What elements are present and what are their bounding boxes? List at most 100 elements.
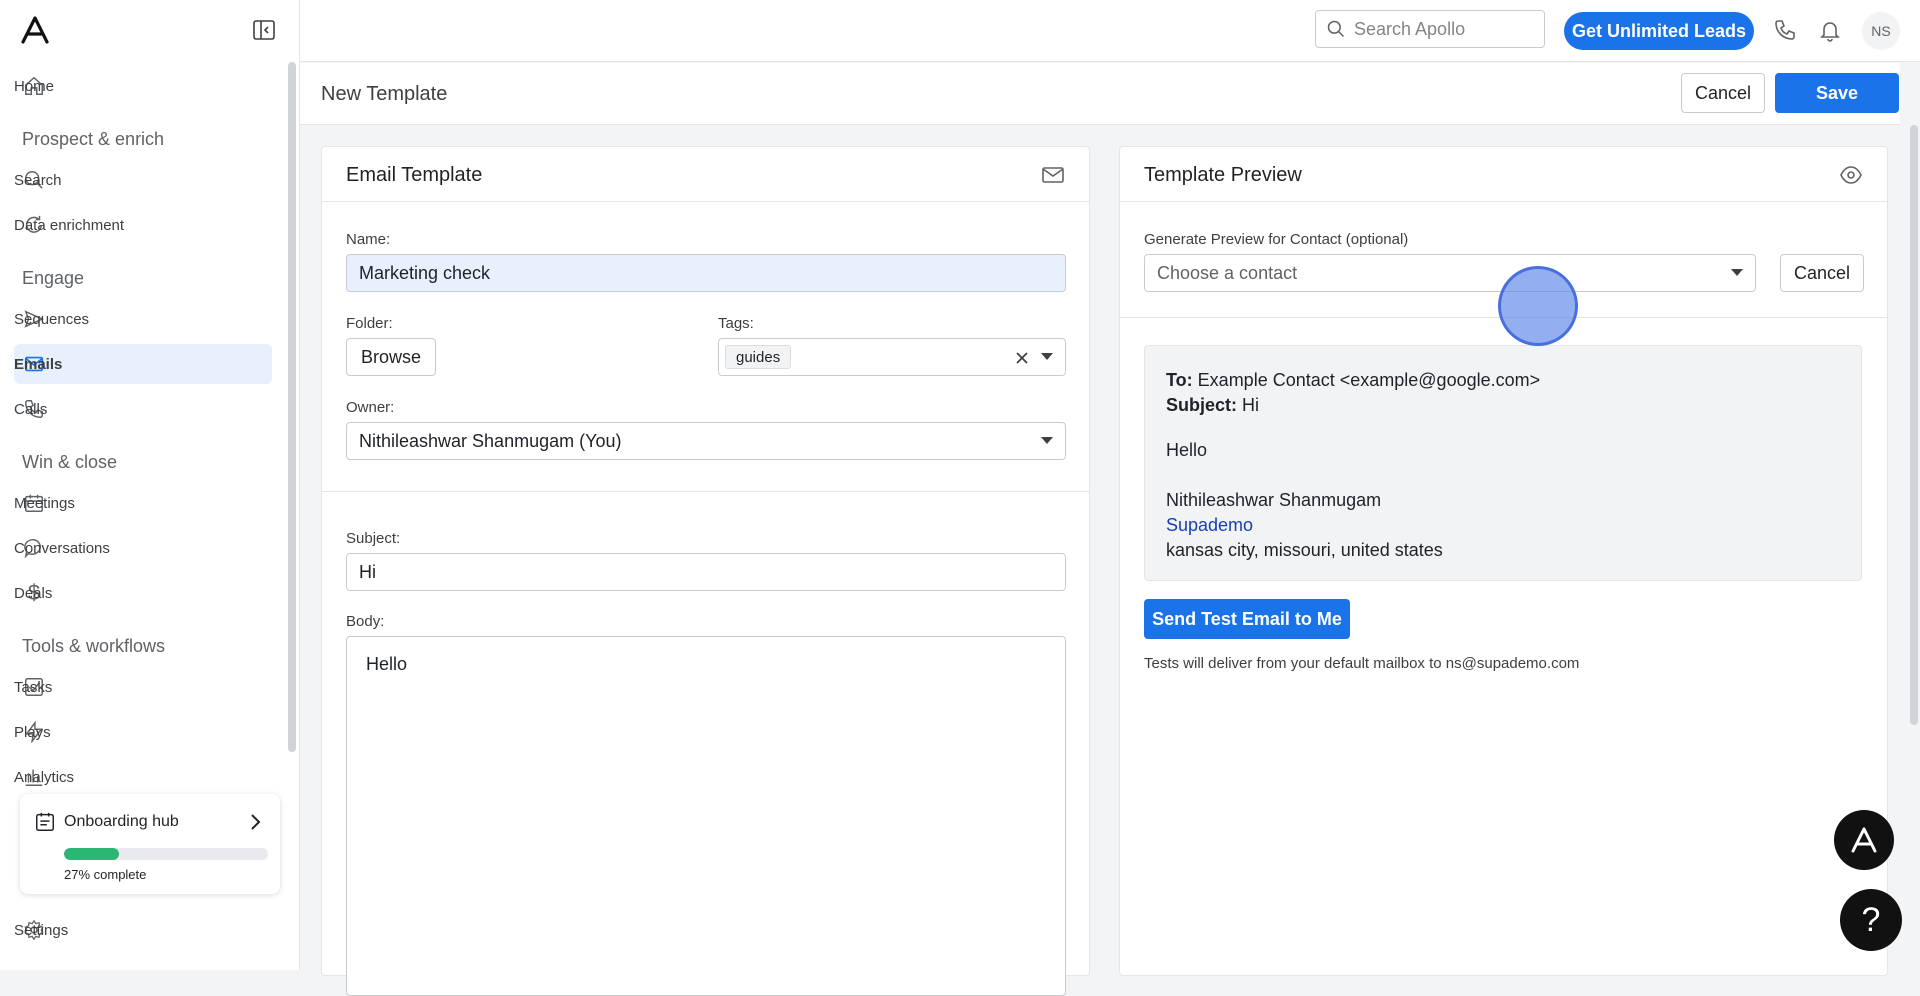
contact-label: Generate Preview for Contact (optional) <box>1144 231 1409 248</box>
onboarding-progress-bar <box>64 848 268 860</box>
body-editor[interactable]: Hello <box>346 636 1066 996</box>
preview-signature-company-link[interactable]: Supademo <box>1166 515 1253 536</box>
browse-folder-button[interactable]: Browse <box>346 338 436 376</box>
sidebar-item-plays[interactable]: Plays <box>14 712 272 752</box>
subject-value: Hi <box>359 561 376 582</box>
owner-label: Owner: <box>346 399 395 416</box>
owner-value: Nithileashwar Shanmugam (You) <box>359 430 622 451</box>
apollo-logo-icon <box>1851 827 1877 853</box>
sidebar-item-label: Deals <box>14 584 53 602</box>
body-label: Body: <box>346 613 385 630</box>
clear-icon[interactable] <box>1015 351 1029 365</box>
search-placeholder: Search Apollo <box>1354 18 1466 39</box>
main-scrollbar[interactable] <box>1910 125 1918 725</box>
phone-icon[interactable] <box>1773 18 1797 42</box>
divider <box>322 491 1089 492</box>
body-text: Hello <box>366 654 408 674</box>
section-title-engage: Engage <box>22 268 85 288</box>
sidebar-item-settings[interactable]: Settings <box>14 910 272 950</box>
sidebar-item-label: Analytics <box>14 768 75 786</box>
tags-select[interactable]: guides <box>718 338 1066 376</box>
preview-subject: Subject: Hi <box>1166 395 1260 415</box>
global-search-input[interactable]: Search Apollo <box>1315 10 1545 48</box>
template-preview-card: Template Preview Generate Preview for Co… <box>1119 146 1888 976</box>
checklist-icon <box>36 812 54 831</box>
cancel-button[interactable]: Cancel <box>1681 73 1765 113</box>
name-label: Name: <box>346 231 391 248</box>
contact-select[interactable]: Choose a contact <box>1144 254 1756 292</box>
section-title-win: Win & close <box>22 452 118 472</box>
mail-icon <box>1042 167 1064 183</box>
sidebar-item-label: Home <box>14 77 55 95</box>
sidebar-item-sequences[interactable]: Sequences <box>14 299 272 339</box>
sidebar-item-meetings[interactable]: Meetings <box>14 483 272 523</box>
help-button[interactable]: ? <box>1840 889 1902 951</box>
sidebar: Home Prospect & enrich Search Data enric… <box>0 0 300 970</box>
email-template-card: Email Template Name: Marketing check Fol… <box>321 146 1090 996</box>
send-test-email-button[interactable]: Send Test Email to Me <box>1144 599 1350 639</box>
tags-label: Tags: <box>718 315 754 332</box>
eye-icon[interactable] <box>1839 163 1863 187</box>
user-avatar[interactable]: NS <box>1862 12 1900 50</box>
sidebar-item-calls[interactable]: Calls <box>14 389 272 429</box>
owner-select[interactable]: Nithileashwar Shanmugam (You) <box>346 422 1066 460</box>
sidebar-item-conversations[interactable]: Conversations <box>14 528 272 568</box>
bell-icon[interactable] <box>1818 18 1842 42</box>
sidebar-item-label: Tasks <box>14 678 53 696</box>
page-header: New Template Cancel Save <box>300 63 1900 125</box>
sidebar-item-label: Data enrichment <box>14 216 125 234</box>
email-template-header: Email Template <box>322 147 1089 202</box>
sidebar-item-label: Plays <box>14 723 51 741</box>
template-preview-title: Template Preview <box>1144 164 1302 186</box>
section-title-tools: Tools & workflows <box>22 636 166 656</box>
save-button[interactable]: Save <box>1775 73 1899 113</box>
subject-field[interactable]: Hi <box>346 553 1066 591</box>
folder-label: Folder: <box>346 315 393 332</box>
sidebar-item-analytics[interactable]: Analytics <box>14 757 272 792</box>
chevron-right-icon[interactable] <box>246 812 264 832</box>
sidebar-item-search[interactable]: Search <box>14 160 272 200</box>
collapse-sidebar-icon[interactable] <box>252 18 276 42</box>
apollo-assistant-button[interactable] <box>1834 810 1894 870</box>
preview-cancel-button[interactable]: Cancel <box>1780 254 1864 292</box>
email-preview: To: Example Contact <example@google.com>… <box>1144 345 1862 581</box>
email-template-title: Email Template <box>346 164 483 186</box>
onboarding-progress-label: 27% complete <box>64 867 147 882</box>
sidebar-item-label: Meetings <box>14 494 75 512</box>
template-preview-header: Template Preview <box>1120 147 1887 202</box>
sidebar-nav: Home Prospect & enrich Search Data enric… <box>0 62 300 792</box>
sidebar-item-emails[interactable]: Emails <box>14 344 272 384</box>
tag-label: guides <box>736 348 781 366</box>
get-unlimited-leads-button[interactable]: Get Unlimited Leads <box>1564 12 1754 50</box>
preview-greeting: Hello <box>1166 440 1208 460</box>
sidebar-item-label: Conversations <box>14 539 110 557</box>
sidebar-item-data-enrichment[interactable]: Data enrichment <box>14 205 272 245</box>
name-field[interactable]: Marketing check <box>346 254 1066 292</box>
preview-to: To: Example Contact <example@google.com> <box>1166 370 1541 390</box>
sidebar-scrollbar[interactable] <box>288 62 296 752</box>
sidebar-item-label: Search <box>14 171 62 189</box>
sidebar-item-deals[interactable]: $ Deals <box>14 573 272 613</box>
sidebar-item-label: Sequences <box>14 310 90 328</box>
chevron-down-icon[interactable] <box>1041 437 1053 444</box>
apollo-logo-icon[interactable] <box>20 16 50 44</box>
chevron-down-icon[interactable] <box>1041 353 1053 360</box>
chevron-down-icon[interactable] <box>1731 269 1743 276</box>
top-bar: Search Apollo Get Unlimited Leads NS <box>300 0 1920 62</box>
cursor-highlight <box>1498 266 1578 346</box>
search-icon <box>1327 20 1345 38</box>
preview-signature-name: Nithileashwar Shanmugam <box>1166 490 1382 510</box>
sidebar-item-label: Settings <box>14 921 69 939</box>
sidebar-item-home[interactable]: Home <box>14 66 272 106</box>
onboarding-progress-fill <box>64 848 120 860</box>
subject-label: Subject: <box>346 530 401 547</box>
name-value: Marketing check <box>359 262 491 283</box>
sidebar-item-label: Emails <box>14 355 63 373</box>
sidebar-item-label: Calls <box>14 400 48 418</box>
section-title-prospect: Prospect & enrich <box>22 129 165 149</box>
onboarding-hub-card[interactable]: Onboarding hub 27% complete <box>20 794 280 894</box>
sidebar-item-tasks[interactable]: Tasks <box>14 667 272 707</box>
tag-chip[interactable]: guides <box>725 345 792 369</box>
test-delivery-note: Tests will deliver from your default mai… <box>1144 655 1580 672</box>
onboarding-title: Onboarding hub <box>64 813 179 830</box>
